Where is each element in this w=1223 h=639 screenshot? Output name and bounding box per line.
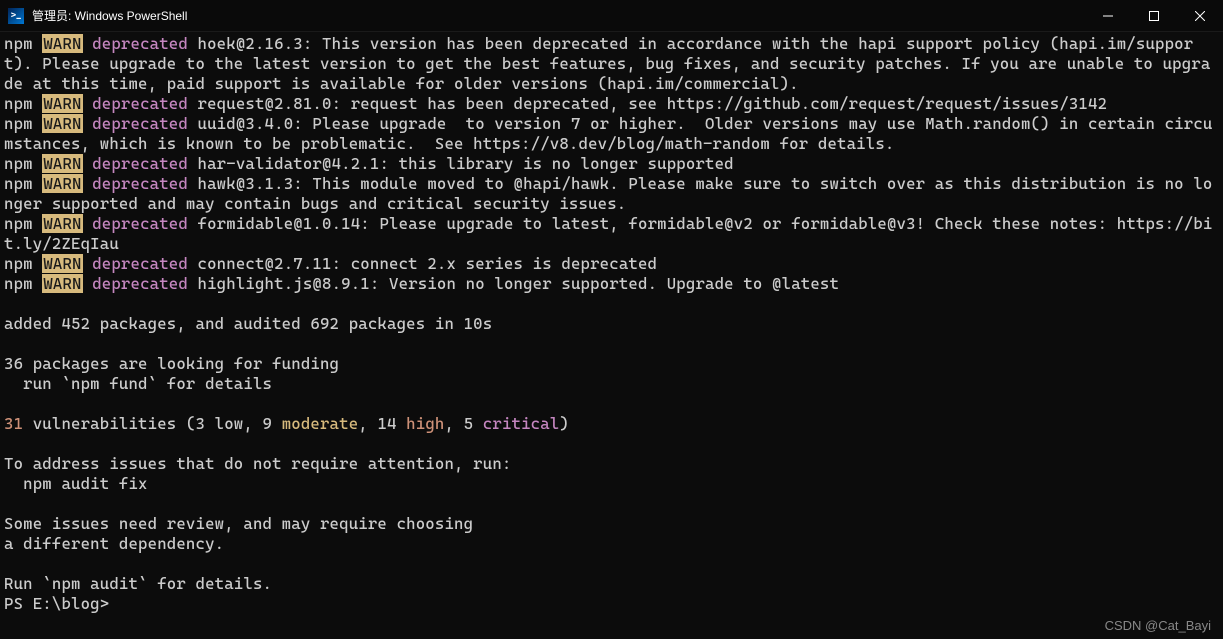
run-audit-line: Run `npm audit` for details. (4, 574, 1219, 594)
powershell-icon: >_ (8, 8, 24, 24)
warn-line: npm WARN deprecated request@2.81.0: requ… (4, 94, 1219, 114)
npm-label: npm (4, 94, 42, 113)
deprecated-label: deprecated (83, 274, 198, 293)
close-icon (1195, 11, 1205, 21)
vuln-text: vulnerabilities (3 low, 9 (23, 414, 282, 433)
warn-line: npm WARN deprecated hoek@2.16.3: This ve… (4, 34, 1219, 94)
titlebar-left: >_ 管理员: Windows PowerShell (8, 7, 187, 24)
warn-line: npm WARN deprecated uuid@3.4.0: Please u… (4, 114, 1219, 154)
npm-label: npm (4, 174, 42, 193)
npm-label: npm (4, 274, 42, 293)
deprecated-label: deprecated (83, 154, 198, 173)
window-controls (1085, 0, 1223, 32)
warn-line: npm WARN deprecated har-validator@4.2.1:… (4, 154, 1219, 174)
deprecated-label: deprecated (83, 94, 198, 113)
warn-label: WARN (42, 114, 82, 133)
maximize-icon (1149, 11, 1159, 21)
window-titlebar: >_ 管理员: Windows PowerShell (0, 0, 1223, 32)
window-title: 管理员: Windows PowerShell (32, 7, 187, 24)
minimize-button[interactable] (1085, 0, 1131, 32)
vuln-count: 31 (4, 414, 23, 433)
npm-label: npm (4, 114, 42, 133)
deprecated-label: deprecated (83, 254, 198, 273)
warn-label: WARN (42, 274, 82, 293)
warn-text: highlight.js@8.9.1: Version no longer su… (198, 274, 840, 293)
warn-text: har-validator@4.2.1: this library is no … (198, 154, 734, 173)
vuln-text: ) (559, 414, 569, 433)
npm-label: npm (4, 214, 42, 233)
vuln-high: high (406, 414, 444, 433)
warn-label: WARN (42, 34, 82, 53)
npm-label: npm (4, 154, 42, 173)
warn-label: WARN (42, 154, 82, 173)
deprecated-label: deprecated (83, 114, 198, 133)
warn-line: npm WARN deprecated highlight.js@8.9.1: … (4, 274, 1219, 294)
warn-text: connect@2.7.11: connect 2.x series is de… (198, 254, 658, 273)
vuln-text: , 14 (358, 414, 406, 433)
watermark: CSDN @Cat_Bayi (1105, 618, 1211, 633)
warn-label: WARN (42, 254, 82, 273)
terminal-output[interactable]: npm WARN deprecated hoek@2.16.3: This ve… (0, 32, 1223, 616)
address-line: npm audit fix (4, 474, 1219, 494)
added-line: added 452 packages, and audited 692 pack… (4, 314, 1219, 334)
deprecated-label: deprecated (83, 34, 198, 53)
warn-label: WARN (42, 214, 82, 233)
maximize-button[interactable] (1131, 0, 1177, 32)
npm-label: npm (4, 254, 42, 273)
address-line: To address issues that do not require at… (4, 454, 1219, 474)
vulnerabilities-line: 31 vulnerabilities (3 low, 9 moderate, 1… (4, 414, 1219, 434)
warn-label: WARN (42, 174, 82, 193)
review-line: Some issues need review, and may require… (4, 514, 1219, 534)
minimize-icon (1103, 11, 1113, 21)
vuln-moderate: moderate (282, 414, 359, 433)
warn-text: request@2.81.0: request has been depreca… (198, 94, 1108, 113)
warn-label: WARN (42, 94, 82, 113)
deprecated-label: deprecated (83, 214, 198, 233)
deprecated-label: deprecated (83, 174, 198, 193)
funding-line: 36 packages are looking for funding (4, 354, 1219, 374)
vuln-text: , 5 (444, 414, 482, 433)
warn-line: npm WARN deprecated formidable@1.0.14: P… (4, 214, 1219, 254)
review-line: a different dependency. (4, 534, 1219, 554)
warn-line: npm WARN deprecated hawk@3.1.3: This mod… (4, 174, 1219, 214)
close-button[interactable] (1177, 0, 1223, 32)
warn-line: npm WARN deprecated connect@2.7.11: conn… (4, 254, 1219, 274)
npm-label: npm (4, 34, 42, 53)
prompt-line[interactable]: PS E:\blog> (4, 594, 1219, 614)
funding-line: run `npm fund` for details (4, 374, 1219, 394)
vuln-critical: critical (483, 414, 560, 433)
